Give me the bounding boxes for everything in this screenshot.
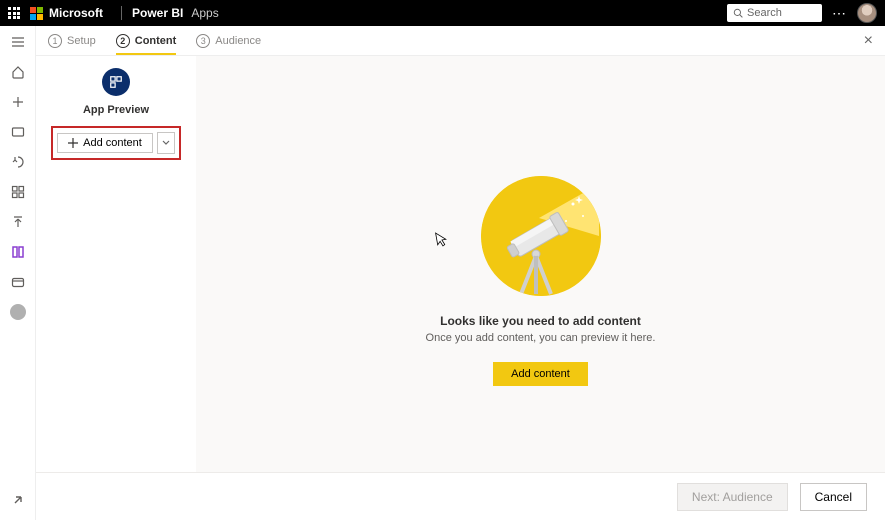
apps-icon[interactable] [10, 184, 26, 200]
search-placeholder: Search [747, 7, 782, 19]
chevron-down-icon [162, 139, 170, 147]
close-icon[interactable]: × [864, 32, 873, 50]
app-badge-icon [102, 68, 130, 96]
microsoft-logo: Microsoft [30, 6, 103, 20]
deployment-icon[interactable] [10, 214, 26, 230]
add-content-button[interactable]: Add content [57, 133, 153, 153]
app-preview-title: App Preview [83, 104, 149, 116]
metrics-icon[interactable] [10, 154, 26, 170]
user-avatar[interactable] [857, 3, 877, 23]
workspace-badge-icon[interactable] [10, 304, 26, 320]
step-number-icon: 2 [116, 34, 130, 48]
content-row: App Preview Add content [36, 56, 885, 472]
wizard-tab-label: Content [135, 35, 177, 47]
expand-nav-icon[interactable] [10, 492, 26, 508]
cursor-icon [434, 230, 449, 251]
wizard-tab-label: Audience [215, 35, 261, 47]
step-number-icon: 3 [196, 34, 210, 48]
search-icon [733, 8, 743, 18]
workspaces-icon[interactable] [10, 274, 26, 290]
cancel-button[interactable]: Cancel [800, 483, 867, 511]
create-icon[interactable] [10, 94, 26, 110]
empty-state-title: Looks like you need to add content [440, 314, 641, 328]
add-content-dropdown[interactable] [157, 132, 175, 154]
wizard-tab-label: Setup [67, 35, 96, 47]
app-launcher-icon[interactable] [8, 7, 20, 19]
learn-icon[interactable] [10, 244, 26, 260]
wizard-tabs: 1 Setup 2 Content 3 Audience × [36, 26, 885, 56]
wizard-tab-content[interactable]: 2 Content [116, 28, 177, 54]
main-area: 1 Setup 2 Content 3 Audience × App Previ… [36, 26, 885, 520]
search-input[interactable]: Search [727, 4, 822, 22]
wizard-tab-audience[interactable]: 3 Audience [196, 28, 261, 54]
wizard-footer: Next: Audience Cancel [36, 472, 885, 520]
empty-state-add-button[interactable]: Add content [493, 362, 588, 386]
empty-state-illustration [481, 176, 601, 296]
browse-icon[interactable] [10, 124, 26, 140]
add-content-highlight: Add content [51, 126, 181, 160]
empty-state-subtitle: Once you add content, you can preview it… [426, 332, 656, 344]
brand-product[interactable]: Power BI [121, 6, 183, 20]
plus-icon [68, 138, 78, 148]
app-preview-panel: App Preview Add content [36, 56, 196, 472]
home-icon[interactable] [10, 64, 26, 80]
step-number-icon: 1 [48, 34, 62, 48]
left-nav-rail [0, 26, 36, 520]
add-content-label: Add content [83, 137, 142, 149]
wizard-tab-setup[interactable]: 1 Setup [48, 28, 96, 54]
next-button: Next: Audience [677, 483, 788, 511]
brand-microsoft: Microsoft [49, 6, 103, 20]
microsoft-logo-icon [30, 7, 43, 20]
header-section[interactable]: Apps [191, 6, 218, 20]
preview-canvas: Looks like you need to add content Once … [196, 56, 885, 472]
more-options-icon[interactable]: ⋯ [832, 6, 847, 20]
hamburger-icon[interactable] [10, 34, 26, 50]
global-header: Microsoft Power BI Apps Search ⋯ [0, 0, 885, 26]
